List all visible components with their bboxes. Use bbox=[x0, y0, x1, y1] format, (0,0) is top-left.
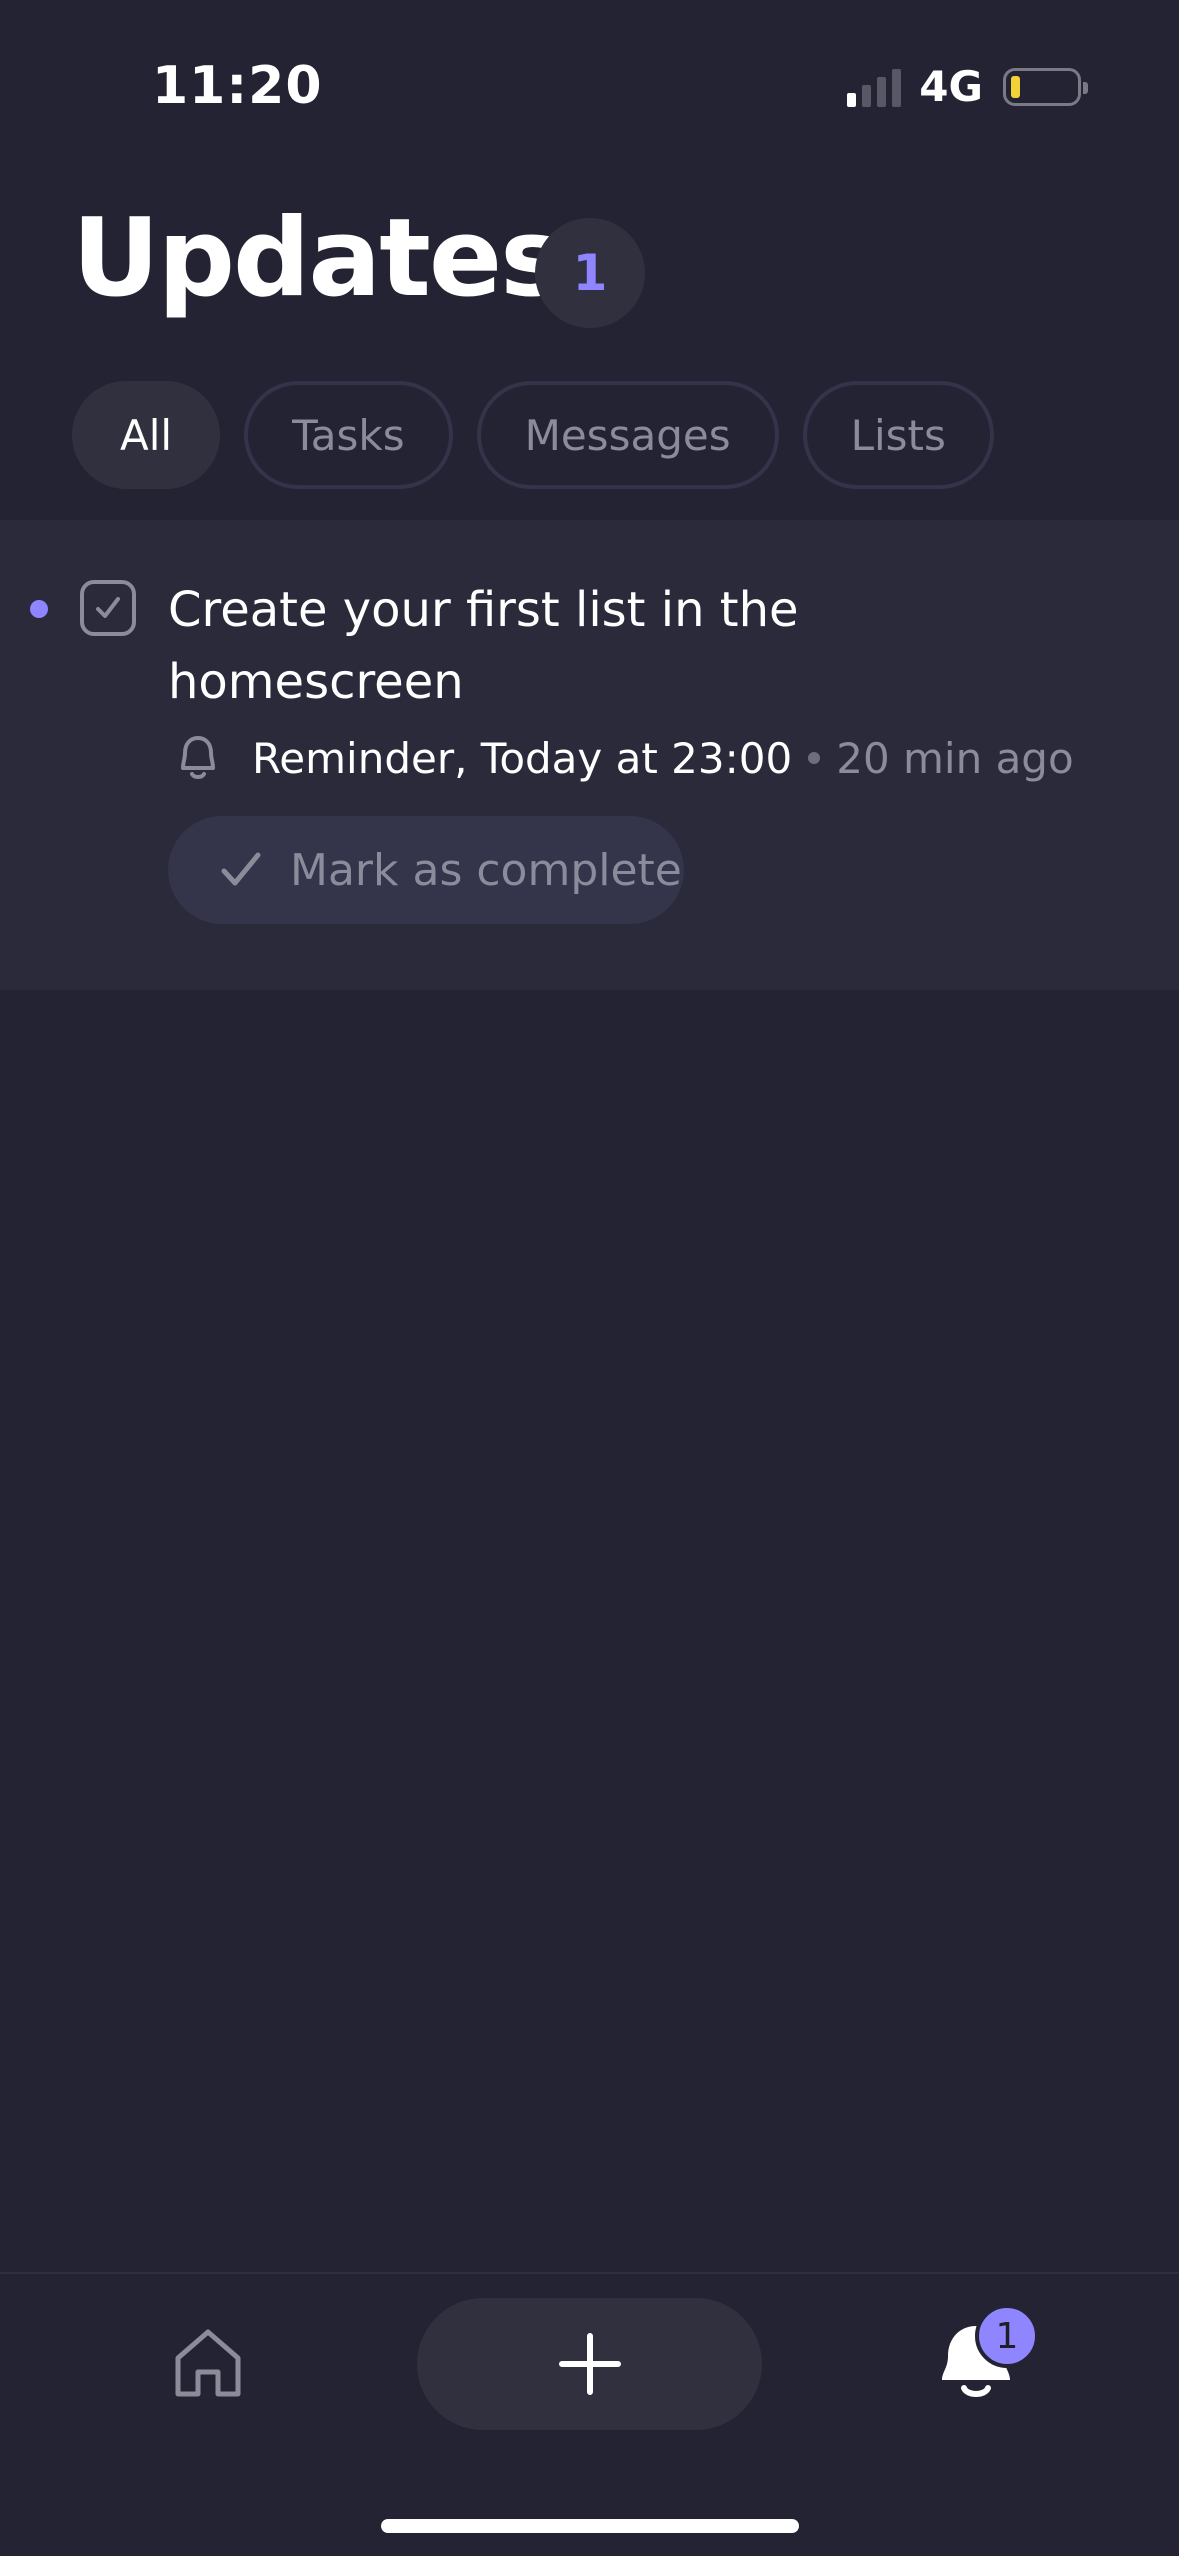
updates-screen: 11:20 4G Updates 1 All Tasks Messages Li… bbox=[0, 0, 1179, 2556]
plus-icon bbox=[558, 2333, 621, 2395]
battery-icon bbox=[1003, 67, 1088, 106]
network-label: 4G bbox=[919, 62, 983, 111]
tab-tasks[interactable]: Tasks bbox=[244, 381, 453, 489]
time-ago: 20 min ago bbox=[836, 733, 1074, 783]
signal-icon bbox=[847, 67, 902, 107]
status-time: 11:20 bbox=[152, 56, 323, 116]
filter-tabs: All Tasks Messages Lists bbox=[72, 381, 994, 489]
mark-complete-button[interactable]: Mark as complete bbox=[168, 816, 684, 924]
bell-icon bbox=[181, 736, 215, 779]
home-icon[interactable] bbox=[168, 2322, 248, 2402]
update-meta: Reminder, Today at 23:00 20 min ago bbox=[168, 728, 1074, 788]
mark-complete-label: Mark as complete bbox=[290, 844, 682, 896]
tab-all[interactable]: All bbox=[72, 381, 221, 489]
update-title: Create your first list in the homescreen bbox=[168, 582, 799, 710]
updates-count-badge: 1 bbox=[535, 218, 645, 328]
unread-indicator bbox=[30, 600, 48, 618]
reminder-label: Reminder, Today at 23:00 bbox=[252, 733, 793, 783]
tab-messages[interactable]: Messages bbox=[476, 381, 779, 489]
separator-dot bbox=[808, 752, 821, 764]
check-icon bbox=[221, 852, 261, 886]
task-checkbox-icon[interactable] bbox=[80, 580, 136, 636]
home-indicator bbox=[381, 2519, 799, 2533]
notification-count-badge: 1 bbox=[975, 2304, 1039, 2368]
page-title: Updates bbox=[72, 196, 564, 321]
status-indicators: 4G bbox=[847, 62, 1088, 111]
nav-divider bbox=[0, 2272, 1179, 2274]
add-button[interactable] bbox=[417, 2298, 762, 2430]
tab-lists[interactable]: Lists bbox=[802, 381, 994, 489]
